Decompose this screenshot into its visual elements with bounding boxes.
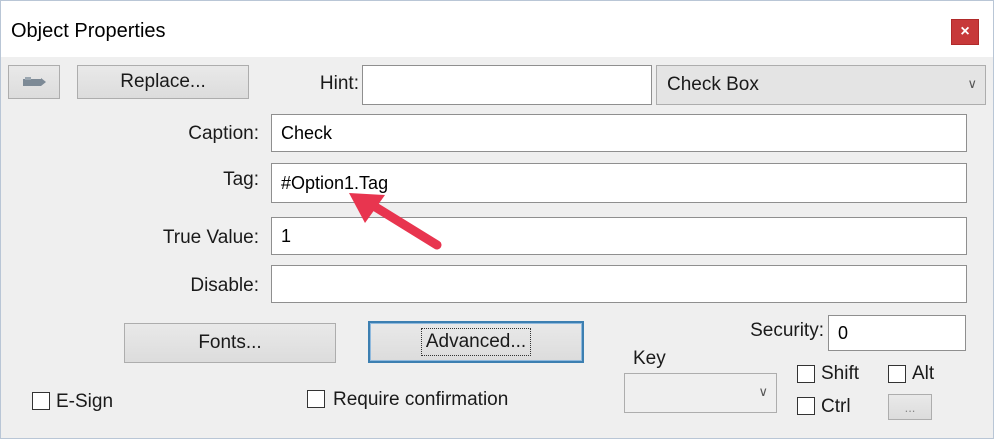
advanced-button-label: Advanced... xyxy=(420,328,532,356)
shift-checkbox[interactable] xyxy=(797,365,815,383)
object-properties-dialog: Object Properties × Replace... Hint: Che… xyxy=(0,0,994,439)
ctrl-label: Ctrl xyxy=(821,396,851,417)
e-sign-checkbox[interactable] xyxy=(32,392,50,410)
e-sign-label: E-Sign xyxy=(56,391,114,412)
advanced-button[interactable]: Advanced... xyxy=(368,321,584,363)
hint-input[interactable] xyxy=(362,65,652,105)
close-button[interactable]: × xyxy=(951,19,979,45)
object-type-value: Check Box xyxy=(667,74,759,95)
security-label: Security: xyxy=(750,320,824,341)
security-input[interactable]: 0 xyxy=(828,315,966,351)
shift-label: Shift xyxy=(821,363,860,384)
replace-button-label: Replace... xyxy=(120,71,206,92)
hint-label: Hint: xyxy=(319,73,359,94)
alt-label: Alt xyxy=(912,363,935,384)
disable-label: Disable: xyxy=(190,275,259,296)
object-icon-button[interactable] xyxy=(8,65,60,99)
object-type-select[interactable]: Check Box ∨ xyxy=(656,65,986,105)
require-confirmation-label: Require confirmation xyxy=(333,389,509,410)
fonts-button[interactable]: Fonts... xyxy=(124,323,336,363)
chevron-down-icon: ∨ xyxy=(967,76,977,92)
annotation-arrow-icon xyxy=(349,193,442,250)
true-value-label: True Value: xyxy=(162,227,259,248)
key-options-button[interactable]: ... xyxy=(888,394,932,420)
object-icon xyxy=(23,77,46,86)
dialog-title: Object Properties xyxy=(11,20,166,42)
replace-button[interactable]: Replace... xyxy=(77,65,249,99)
alt-checkbox[interactable] xyxy=(888,365,906,383)
disable-input[interactable] xyxy=(271,265,967,303)
title-bar: Object Properties × xyxy=(1,1,993,57)
chevron-down-icon: ∨ xyxy=(758,384,768,400)
key-select[interactable]: ∨ xyxy=(624,373,777,413)
ctrl-checkbox[interactable] xyxy=(797,397,815,415)
key-options-button-label: ... xyxy=(904,399,916,415)
caption-input[interactable]: Check xyxy=(271,114,967,152)
tag-label: Tag: xyxy=(223,169,259,190)
fonts-button-label: Fonts... xyxy=(198,332,262,353)
key-label: Key xyxy=(633,348,666,369)
require-confirmation-checkbox[interactable] xyxy=(307,390,325,408)
caption-label: Caption: xyxy=(188,123,259,144)
